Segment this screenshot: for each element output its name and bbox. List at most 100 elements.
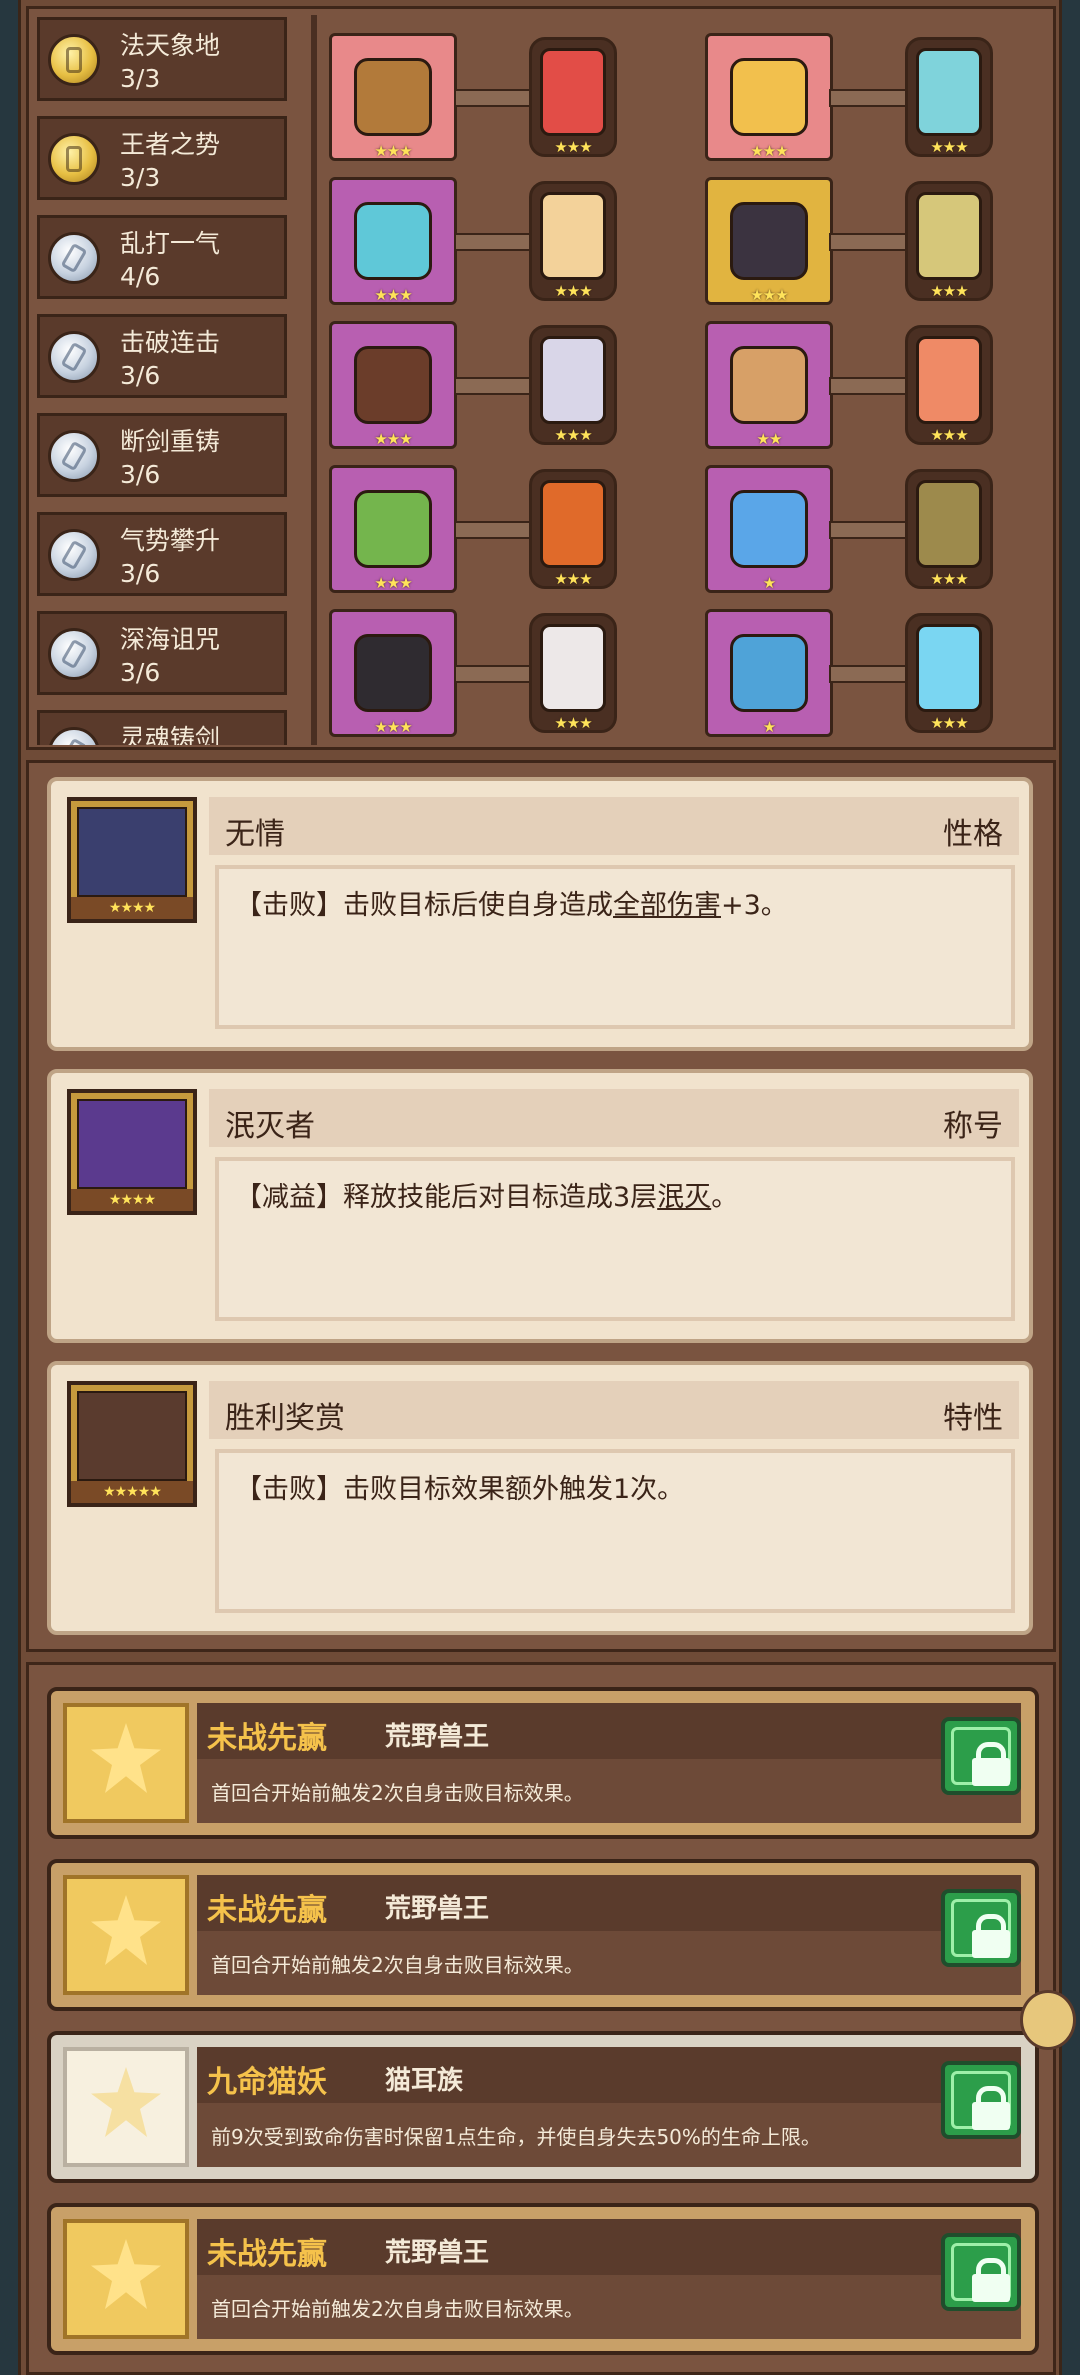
lock-icon — [951, 1727, 1011, 1786]
portrait-star-rating: ★★★★★ — [71, 1481, 193, 1503]
silver-coin-icon — [48, 628, 100, 680]
skill-header: 九命猫妖 猫耳族 — [197, 2047, 1021, 2103]
rune-card-slot[interactable]: ★★★ — [905, 37, 993, 157]
rune-card-slot[interactable]: ★★★ — [529, 181, 617, 301]
skill-description: 首回合开始前触发2次自身击败目标效果。 — [211, 1953, 584, 1977]
sword-card-icon — [540, 192, 606, 280]
skill-race: 猫耳族 — [385, 2066, 464, 2096]
character-art-icon — [77, 807, 187, 897]
character-portrait: ★★★★ — [67, 1089, 197, 1215]
set-bonus-item[interactable]: 气势攀升 3/6 — [37, 512, 287, 596]
star-rating: ★★★ — [554, 282, 592, 300]
trait-description: 【击败】击败目标后使自身造成全部伤害+3。 — [235, 883, 788, 922]
trait-header: 胜利奖赏 特性 — [209, 1381, 1019, 1439]
cat-icon — [91, 2067, 161, 2137]
keyword-link[interactable]: 泯灭 — [657, 1182, 711, 1213]
skill-card[interactable]: 未战先赢 荒野兽王首回合开始前触发2次自身击败目标效果。 — [47, 1687, 1039, 1839]
skill-panel: 未战先赢 荒野兽王 首回合开始前触发2次自身击败目标效果。 未战先赢 荒野兽王 首回合开始… — [26, 1662, 1056, 2375]
set-bonus-item[interactable]: 乱打一气 4/6 — [37, 215, 287, 299]
equipment-slot[interactable]: ★ — [705, 465, 833, 593]
trait-description-text: 【减益】释放技能后对目标造成3层 — [235, 1182, 658, 1213]
lock-button[interactable] — [941, 1889, 1021, 1967]
trait-description: 【击败】击败目标效果额外触发1次。 — [235, 1467, 684, 1506]
rune-card-slot[interactable]: ★★★ — [529, 469, 617, 589]
trait-card[interactable]: ★★★★ 泯灭者 称号 【减益】释放技能后对目标造成3层泯灭。 — [47, 1069, 1033, 1343]
background-left-edge — [0, 0, 18, 2375]
set-name: 断剑重铸 — [120, 427, 221, 456]
trait-card[interactable]: ★★★★★ 胜利奖赏 特性【击败】击败目标效果额外触发1次。 — [47, 1361, 1033, 1635]
lock-button[interactable] — [941, 2061, 1021, 2139]
equipment-slot[interactable]: ★★★ — [329, 33, 457, 161]
set-bonus-item[interactable]: 灵魂铸剑 — [37, 710, 287, 745]
equipment-slot[interactable]: ★★★ — [705, 177, 833, 305]
star-rating: ★ — [762, 718, 776, 736]
skill-name: 未战先赢 — [207, 2237, 327, 2272]
equipment-slot[interactable]: ★★★ — [329, 465, 457, 593]
star-rating: ★★★ — [374, 574, 412, 592]
set-count: 3/6 — [120, 559, 161, 588]
star-rating: ★ — [762, 574, 776, 592]
set-count: 3/3 — [120, 163, 161, 192]
trait-title: 胜利奖赏 — [225, 1401, 345, 1436]
silver-coin-icon — [48, 430, 100, 482]
keyword-link[interactable]: 全部伤害 — [613, 890, 721, 921]
panel-divider — [311, 15, 317, 745]
bracelet-icon — [354, 202, 432, 280]
trait-description-text: 【击败】击败目标后使自身造成 — [235, 890, 613, 921]
skill-name: 未战先赢 — [207, 1721, 327, 1756]
skill-card[interactable]: 未战先赢 荒野兽王 首回合开始前触发2次自身击败目标效果。 — [47, 1859, 1039, 2011]
equipment-slot[interactable]: ★★★ — [329, 321, 457, 449]
rune-card-slot[interactable]: ★★★ — [529, 613, 617, 733]
rune-card-slot[interactable]: ★★★ — [905, 325, 993, 445]
lock-icon — [951, 1899, 1011, 1958]
skill-body: 未战先赢 荒野兽王首回合开始前触发2次自身击败目标效果。 — [197, 1703, 1021, 1823]
rune-card-slot[interactable]: ★★★ — [905, 469, 993, 589]
target-card-icon — [916, 336, 982, 424]
equipment-slot[interactable]: ★★★ — [705, 33, 833, 161]
equipment-panel: 法天象地 3/3 王者之势 3/3 乱打一气 4/6 击破连击 3/6 断剑重铸 3/6 气势攀升 3… — [26, 6, 1056, 750]
ice-card-icon — [916, 624, 982, 712]
set-bonus-item[interactable]: 法天象地 3/3 — [37, 17, 287, 101]
set-bonus-item[interactable]: 深海诅咒 3/6 — [37, 611, 287, 695]
cyan-rune-card-icon — [916, 48, 982, 136]
boots-icon — [730, 634, 808, 712]
skill-race: 荒野兽王 — [385, 1722, 490, 1752]
skill-icon-frame — [63, 2047, 189, 2167]
equipment-slot[interactable]: ★★ — [705, 321, 833, 449]
gold-coin-card-icon — [916, 192, 982, 280]
skill-race: 荒野兽王 — [385, 2238, 490, 2268]
set-bonus-item[interactable]: 断剑重铸 3/6 — [37, 413, 287, 497]
star-rating: ★★★ — [554, 570, 592, 588]
star-rating: ★★★ — [750, 142, 788, 160]
trait-card[interactable]: ★★★★ 无情 性格【击败】击败目标后使自身造成全部伤害+3。 — [47, 777, 1033, 1051]
skill-name: 九命猫妖 — [207, 2065, 327, 2100]
portrait-star-rating: ★★★★ — [71, 897, 193, 919]
set-bonus-item[interactable]: 击破连击 3/6 — [37, 314, 287, 398]
lock-icon — [951, 2071, 1011, 2130]
skill-description: 前9次受到致命伤害时保留1点生命，并使自身失去50%的生命上限。 — [211, 2125, 821, 2149]
set-bonus-list[interactable]: 法天象地 3/3 王者之势 3/3 乱打一气 4/6 击破连击 3/6 断剑重铸 3/6 气势攀升 3… — [37, 17, 307, 745]
equipment-slot[interactable]: ★★★ — [329, 609, 457, 737]
lock-button[interactable] — [941, 2233, 1021, 2311]
expand-tab-button[interactable] — [1020, 1990, 1076, 2050]
set-bonus-item[interactable]: 王者之势 3/3 — [37, 116, 287, 200]
rune-card-slot[interactable]: ★★★ — [529, 325, 617, 445]
rune-card-slot[interactable]: ★★★ — [905, 181, 993, 301]
skill-card[interactable]: 九命猫妖 猫耳族前9次受到致命伤害时保留1点生命，并使自身失去50%的生命上限。 — [47, 2031, 1039, 2183]
skill-name: 未战先赢 — [207, 1893, 327, 1928]
skill-header: 未战先赢 荒野兽王 — [197, 2219, 1021, 2275]
skill-card[interactable]: 未战先赢 荒野兽王 首回合开始前触发2次自身击败目标效果。 — [47, 2203, 1039, 2355]
silver-coin-icon — [48, 529, 100, 581]
equipment-slot[interactable]: ★ — [705, 609, 833, 737]
gem-ring-icon — [730, 490, 808, 568]
rune-card-slot[interactable]: ★★★ — [529, 37, 617, 157]
lock-button[interactable] — [941, 1717, 1021, 1795]
slime-mask-icon — [354, 490, 432, 568]
equipment-slot[interactable]: ★★★ — [329, 177, 457, 305]
silver-coin-icon — [48, 331, 100, 383]
rune-card-slot[interactable]: ★★★ — [905, 613, 993, 733]
trait-header: 无情 性格 — [209, 797, 1019, 855]
skill-description: 首回合开始前触发2次自身击败目标效果。 — [211, 1781, 584, 1805]
silver-rune-card-icon — [540, 336, 606, 424]
trait-title: 泯灭者 — [225, 1109, 315, 1144]
